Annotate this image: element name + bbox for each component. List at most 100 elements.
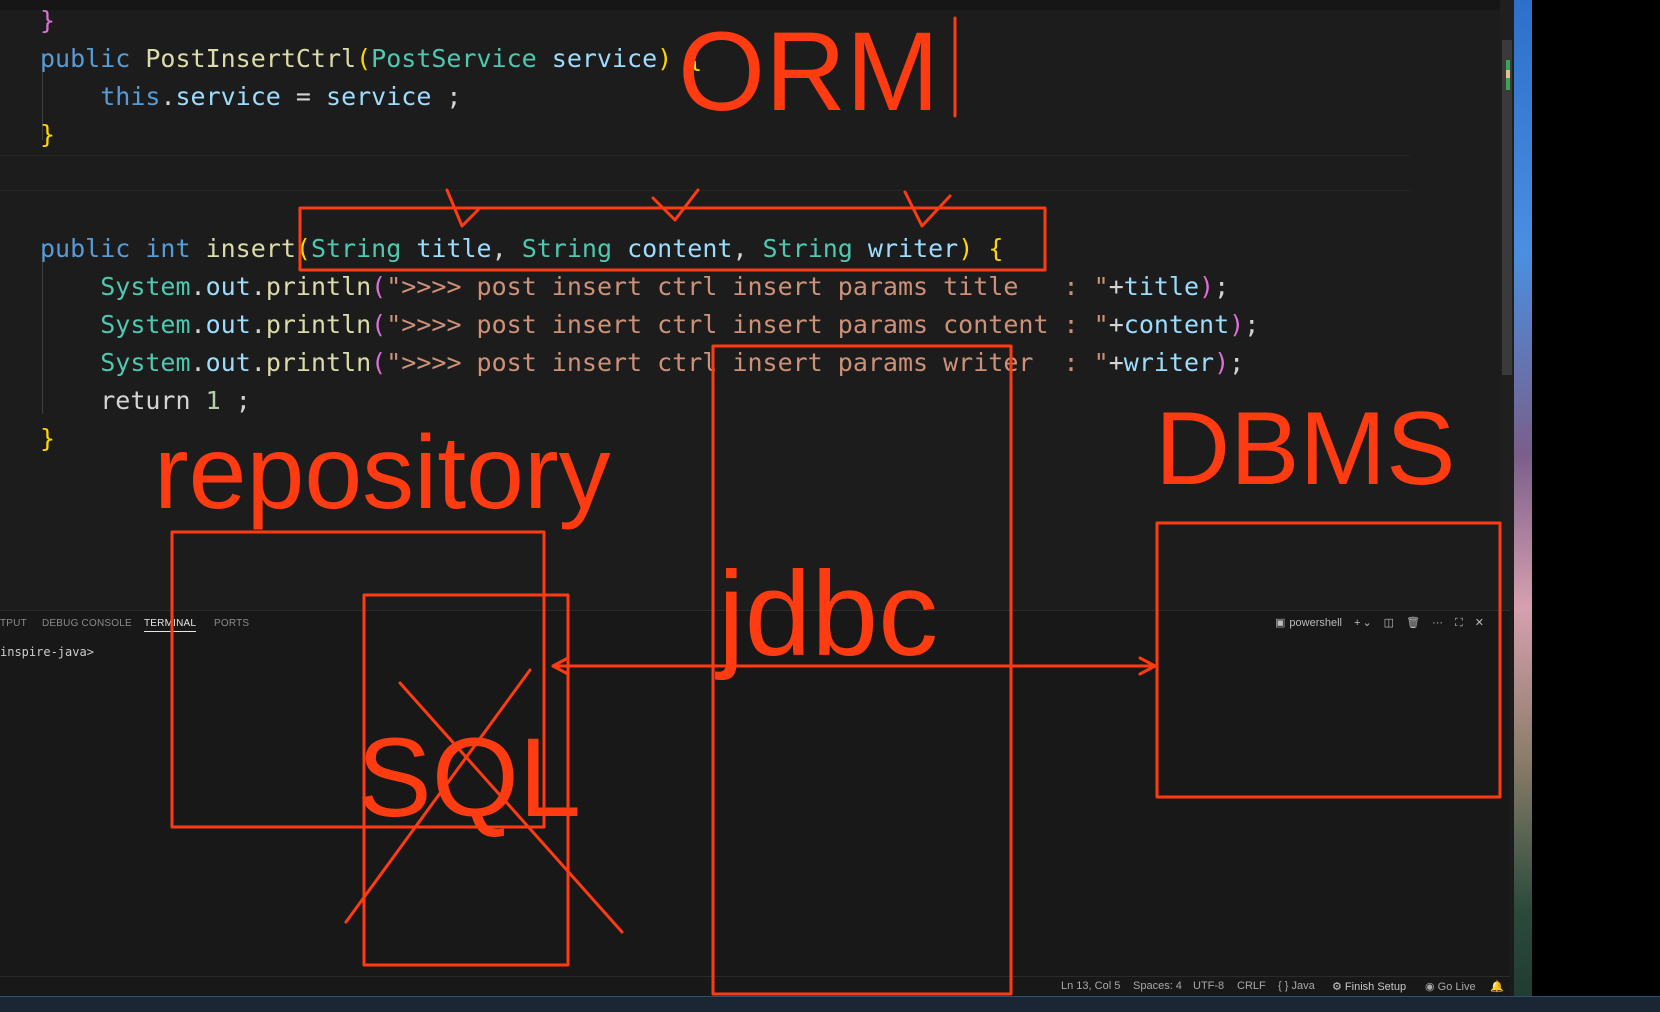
code-token: insert (205, 234, 296, 263)
panel-toolbar: ▣ powershell + ⌄ ◫ 🗑 ··· ⛶ ✕ (1275, 616, 1496, 630)
code-token: out (205, 272, 251, 301)
chevron-down-icon[interactable]: ⌄ (1362, 616, 1371, 629)
code-token: { (672, 44, 703, 73)
code-token: this (100, 82, 161, 111)
code-token: + (1108, 310, 1124, 339)
code-token: public (40, 44, 146, 73)
code-token: , (732, 234, 763, 263)
code-line[interactable]: System.out.println(">>>> post insert ctr… (40, 344, 1244, 382)
code-token: ">>>> post insert ctrl insert params wri… (386, 348, 1109, 377)
status-eol[interactable]: CRLF (1237, 980, 1266, 992)
code-token: . (160, 82, 176, 111)
code-line[interactable]: } (40, 420, 55, 458)
code-token: service (551, 44, 658, 73)
trash-icon[interactable]: 🗑 (1406, 616, 1420, 629)
code-token: ; (1214, 272, 1230, 301)
code-token: println (265, 348, 372, 377)
status-cursor-position[interactable]: Ln 13, Col 5 (1061, 980, 1120, 992)
code-line[interactable]: } (40, 2, 55, 40)
code-token: String (521, 234, 613, 263)
status-language[interactable]: { } Java (1278, 980, 1315, 992)
code-token: PostInsertCtrl (145, 44, 357, 73)
new-terminal-icon[interactable]: + (1354, 617, 1360, 629)
terminal-prompt[interactable]: inspire-java> (0, 645, 94, 659)
tab-ports[interactable]: PORTS (214, 618, 249, 629)
code-token: content (1123, 310, 1230, 339)
code-token: ( (356, 44, 372, 73)
code-token: ) (1214, 348, 1230, 377)
status-finish-setup[interactable]: ⚙ Finish Setup (1332, 980, 1406, 993)
code-token: String (310, 234, 402, 263)
code-token: writer (1123, 348, 1215, 377)
code-token: System (100, 272, 191, 301)
code-token: . (250, 348, 266, 377)
code-token: ; (1244, 310, 1260, 339)
code-line[interactable]: public PostInsertCtrl(PostService servic… (40, 40, 702, 78)
code-token: } (40, 6, 56, 35)
code-token: public (40, 234, 146, 263)
finish-setup-label: Finish Setup (1344, 981, 1407, 993)
code-token: out (205, 348, 251, 377)
tab-output[interactable]: TPUT (0, 618, 27, 629)
code-token: + (1108, 272, 1124, 301)
code-token: ) (1229, 310, 1245, 339)
editor-top-strip (0, 0, 1505, 10)
tab-terminal[interactable]: TERMINAL (144, 618, 197, 632)
code-line[interactable]: this.service = service ; (40, 78, 461, 116)
status-encoding[interactable]: UTF-8 (1193, 980, 1224, 992)
editor-scrollbar-thumb[interactable] (1502, 40, 1512, 375)
bottom-panel (0, 610, 1510, 985)
split-terminal-icon[interactable]: ◫ (1384, 616, 1394, 629)
code-token: println (265, 272, 372, 301)
code-token: . (190, 272, 206, 301)
tab-debug-console[interactable]: DEBUG CONSOLE (42, 618, 132, 629)
code-line[interactable]: System.out.println(">>>> post insert ctr… (40, 268, 1229, 306)
bell-icon[interactable]: 🔔 (1490, 980, 1504, 993)
desktop-wallpaper-strip (1514, 0, 1532, 1012)
setup-icon: ⚙ (1332, 981, 1345, 993)
screenshot-root: } public PostInsertCtrl(PostService servi… (0, 0, 1660, 1012)
code-line[interactable]: public int insert(String title, String c… (40, 230, 1003, 268)
code-token: = (280, 82, 327, 111)
change-marker (1506, 70, 1510, 78)
code-editor[interactable]: } public PostInsertCtrl(PostService servi… (0, 0, 1505, 610)
maximize-icon[interactable]: ⛶ (1455, 617, 1463, 630)
terminal-shell-label[interactable]: powershell (1289, 617, 1342, 629)
code-token: ( (371, 348, 387, 377)
code-line[interactable]: } (40, 116, 55, 154)
code-token: . (190, 310, 206, 339)
code-token: out (205, 310, 251, 339)
code-token: 1 (205, 386, 221, 415)
more-icon[interactable]: ··· (1432, 617, 1443, 629)
close-icon[interactable]: ✕ (1475, 616, 1484, 629)
status-go-live[interactable]: ◉ Go Live (1425, 980, 1476, 993)
code-line[interactable]: return 1 ; (40, 382, 251, 420)
code-token: ; (431, 82, 462, 111)
code-line[interactable]: System.out.println(">>>> post insert ctr… (40, 306, 1259, 344)
code-token: System (100, 348, 191, 377)
os-taskbar (0, 996, 1660, 1012)
code-token: System (100, 310, 191, 339)
desktop-dark-area (1532, 0, 1660, 1012)
powershell-icon: ▣ (1275, 617, 1286, 629)
code-token: ) (1199, 272, 1215, 301)
status-indentation[interactable]: Spaces: 4 (1133, 980, 1182, 992)
code-token: writer (867, 234, 959, 263)
code-token: + (1108, 348, 1124, 377)
code-token: String (762, 234, 853, 263)
code-token: ) (657, 44, 673, 73)
code-token: ( (371, 272, 387, 301)
code-token: ">>>> post insert ctrl insert params con… (386, 310, 1109, 339)
code-token: service (175, 82, 281, 111)
code-token: . (250, 310, 266, 339)
code-token: , (491, 234, 522, 263)
broadcast-icon: ◉ (1425, 981, 1438, 993)
code-token: ( (371, 310, 387, 339)
